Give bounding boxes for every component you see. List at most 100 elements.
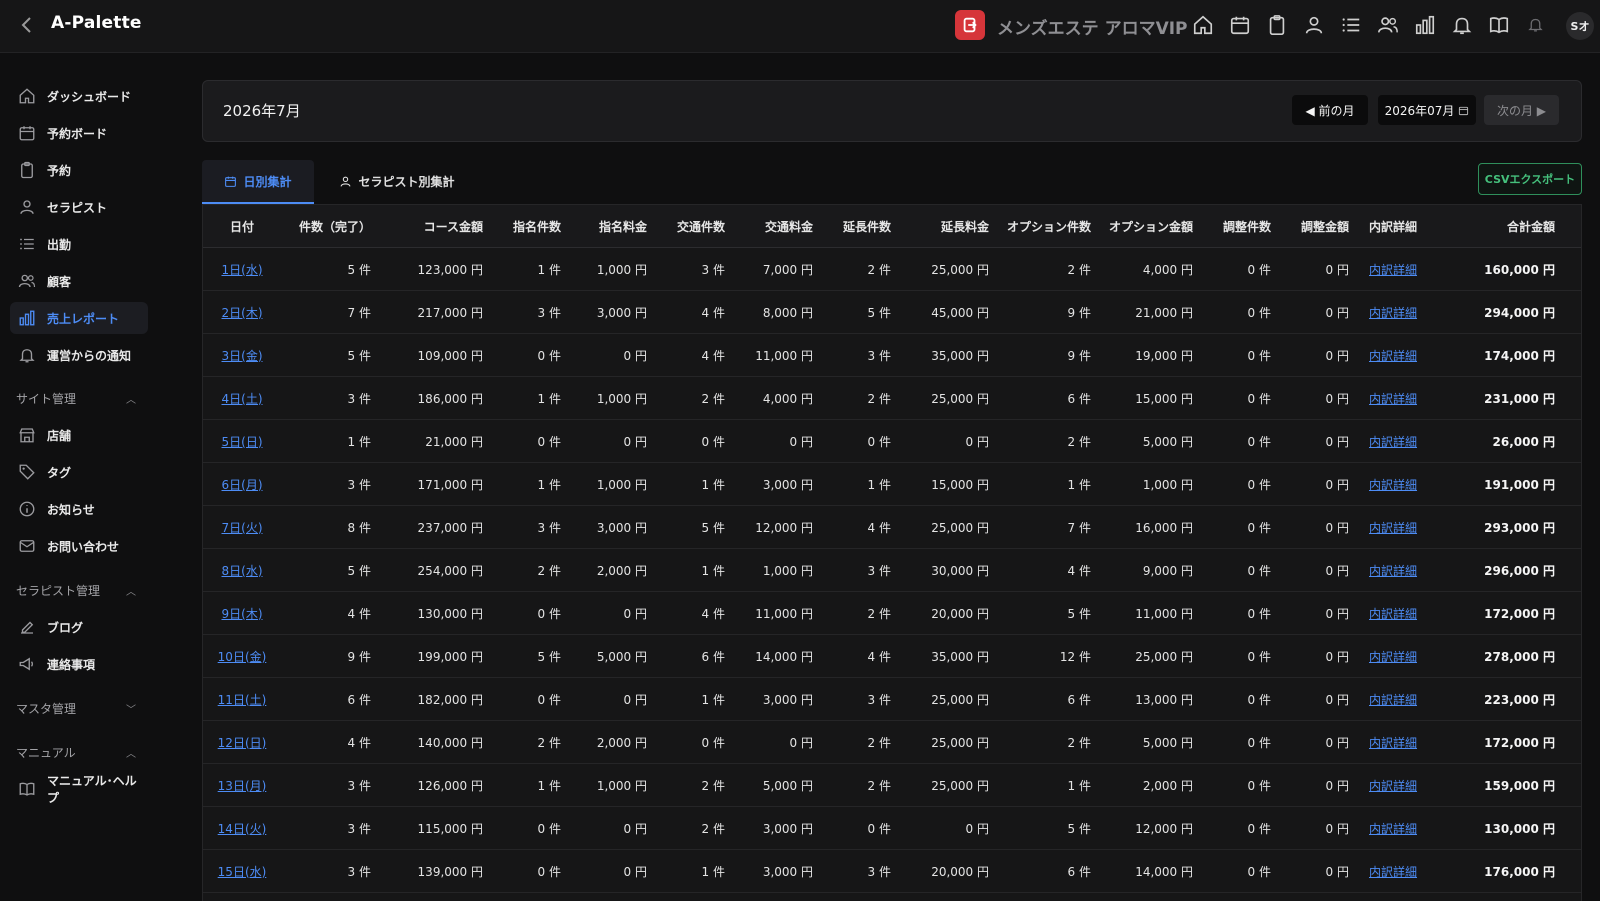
calendar-icon[interactable] [1227,12,1252,37]
table-cell: 0 件 [495,333,573,377]
sidebar-item-manual-help[interactable]: マニュアル･ヘルプ [10,773,148,805]
book-icon[interactable] [1486,12,1511,37]
date-link[interactable]: 7日(火) [222,521,263,535]
date-link[interactable]: 12日(日) [218,736,267,750]
section-manual[interactable]: マニュアル ︿ [16,744,136,761]
detail-link[interactable]: 内訳詳細 [1369,779,1417,793]
date-link[interactable]: 6日(月) [222,478,263,492]
detail-link[interactable]: 内訳詳細 [1369,564,1417,578]
month-picker[interactable]: 2026年07月 [1378,95,1476,125]
date-link[interactable]: 8日(水) [222,564,263,578]
detail-link[interactable]: 内訳詳細 [1369,349,1417,363]
bell-small-icon[interactable] [1523,12,1548,37]
table-cell: 10日(金) [203,634,281,678]
detail-link[interactable]: 内訳詳細 [1369,736,1417,750]
sidebar-item-store[interactable]: 店舗 [10,419,148,451]
avatar[interactable]: Sオ [1566,12,1594,40]
table-cell: 6 件 [659,634,737,678]
col-header[interactable]: 件数（完了） [281,205,383,248]
col-header[interactable]: 合計金額 [1443,205,1581,248]
sidebar-item-sales-report[interactable]: 売上レポート [10,302,148,334]
date-link[interactable]: 3日(金) [222,349,263,363]
date-link[interactable]: 2日(木) [222,306,263,320]
sidebar-item-dashboard[interactable]: ダッシュボード [10,80,148,112]
detail-link[interactable]: 内訳詳細 [1369,650,1417,664]
section-master-management[interactable]: マスタ管理 ﹀ [16,700,136,717]
col-header[interactable]: 延長料金 [903,205,1001,248]
section-therapist-management[interactable]: セラピスト管理 ︿ [16,582,136,599]
shop-logo-icon[interactable] [955,10,985,40]
table-row: 3日(金) 5 件 109,000 円0 件0 円4 件 11,000 円3 件 35,… [203,333,1581,377]
shop-name[interactable]: メンズエステ アロマVIP [997,14,1188,39]
date-link[interactable]: 15日(水) [218,865,267,879]
detail-link[interactable]: 内訳詳細 [1369,435,1417,449]
detail-link[interactable]: 内訳詳細 [1369,478,1417,492]
table-cell: 182,000 円 [383,677,495,721]
col-header[interactable]: 延長件数 [825,205,903,248]
sidebar-item-blog[interactable]: ブログ [10,611,148,643]
bar-chart-icon[interactable] [1412,12,1437,37]
detail-link[interactable]: 内訳詳細 [1369,693,1417,707]
table-cell: 6 件 [1001,376,1103,420]
table-cell: 0 件 [495,849,573,893]
back-arrow-icon[interactable] [17,14,37,36]
table-cell: 0 件 [495,419,573,463]
clipboard-icon[interactable] [1264,12,1289,37]
col-header[interactable]: 日付 [203,205,281,248]
date-link[interactable]: 14日(火) [218,822,267,836]
home-icon[interactable] [1190,12,1215,37]
date-link[interactable]: 4日(土) [222,392,263,406]
date-link[interactable]: 1日(水) [222,263,263,277]
date-link[interactable]: 10日(金) [218,650,267,664]
list-icon[interactable] [1338,12,1363,37]
col-header[interactable]: 交通料金 [737,205,825,248]
col-header[interactable]: 内訳詳細 [1361,205,1443,248]
col-header[interactable]: 交通件数 [659,205,737,248]
col-header[interactable]: 指名料金 [573,205,659,248]
table-cell: 30,000 円 [903,548,1001,592]
table-cell: 0 円 [1283,677,1361,721]
users-icon[interactable] [1375,12,1400,37]
table-cell: 294,000 円 [1443,290,1581,334]
sidebar-item-announcements[interactable]: 連絡事項 [10,648,148,680]
sidebar-item-attendance[interactable]: 出勤 [10,228,148,260]
sidebar-item-news[interactable]: お知らせ [10,493,148,525]
chevron-up-icon: ︿ [126,395,136,406]
table-cell: 130,000 円 [1443,806,1581,850]
table-cell: 25,000 円 [903,505,1001,549]
detail-link[interactable]: 内訳詳細 [1369,607,1417,621]
detail-link[interactable]: 内訳詳細 [1369,865,1417,879]
detail-link[interactable]: 内訳詳細 [1369,822,1417,836]
col-header[interactable]: 調整件数 [1205,205,1283,248]
sidebar-item-contact[interactable]: お問い合わせ [10,530,148,562]
user-icon[interactable] [1301,12,1326,37]
date-link[interactable]: 13日(月) [218,779,267,793]
sidebar-item-customers[interactable]: 顧客 [10,265,148,297]
detail-link[interactable]: 内訳詳細 [1369,521,1417,535]
sidebar-item-tags[interactable]: タグ [10,456,148,488]
table-cell: 内訳詳細 [1361,591,1443,635]
next-month-button[interactable]: 次の月 ▶ [1484,95,1559,125]
detail-link[interactable]: 内訳詳細 [1369,306,1417,320]
sidebar-item-therapists[interactable]: セラピスト [10,191,148,223]
sidebar-item-reservations[interactable]: 予約 [10,154,148,186]
detail-link[interactable]: 内訳詳細 [1369,263,1417,277]
col-header[interactable]: 調整金額 [1283,205,1361,248]
date-link[interactable]: 11日(土) [218,693,267,707]
sidebar-item-reservation-board[interactable]: 予約ボード [10,117,148,149]
section-site-management[interactable]: サイト管理 ︿ [16,390,136,407]
date-link[interactable]: 9日(木) [222,607,263,621]
date-link[interactable]: 5日(日) [222,435,263,449]
prev-month-button[interactable]: ◀ 前の月 [1292,95,1368,125]
col-header[interactable]: オプション件数 [1001,205,1103,248]
col-header[interactable]: オプション金額 [1103,205,1205,248]
sidebar-item-notifications[interactable]: 運営からの通知 [10,339,148,371]
col-header[interactable]: 指名件数 [495,205,573,248]
bell-icon[interactable] [1449,12,1474,37]
tab-therapist[interactable]: セラピスト別集計 [332,160,462,202]
detail-link[interactable]: 内訳詳細 [1369,392,1417,406]
csv-export-button[interactable]: CSVエクスポート [1478,163,1582,195]
table-cell: 12日(日) [203,720,281,764]
tab-daily[interactable]: 日別集計 [202,160,314,204]
col-header[interactable]: コース金額 [383,205,495,248]
